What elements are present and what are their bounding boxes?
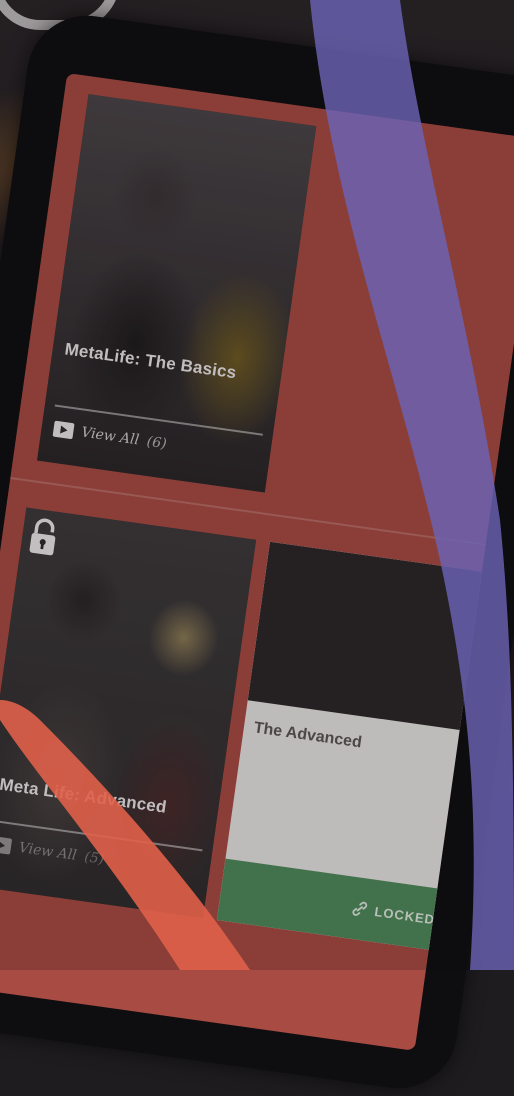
lock-icon [29,518,56,556]
video-count: (5) [83,849,106,868]
locked-label: LOCKED [373,903,437,927]
course-thumbnail [247,541,498,733]
locked-button[interactable]: LOCKED [216,858,454,953]
video-count: (6) [145,433,168,453]
tablet-screen: MetaLife: The Basics View All (6) Meta L… [0,72,514,1051]
course-card-advanced[interactable]: Meta Life: Advanced View All (5) [0,507,257,919]
link-icon [352,901,368,916]
play-icon [52,420,75,440]
course-title: The Advanced [252,719,363,752]
course-card-basics[interactable]: MetaLife: The Basics View All (6) [37,94,317,493]
course-card-locked[interactable]: The Advanced LOCKED [216,541,498,953]
play-icon [0,835,13,855]
tablet-device: MetaLife: The Basics View All (6) Meta L… [0,8,514,1096]
